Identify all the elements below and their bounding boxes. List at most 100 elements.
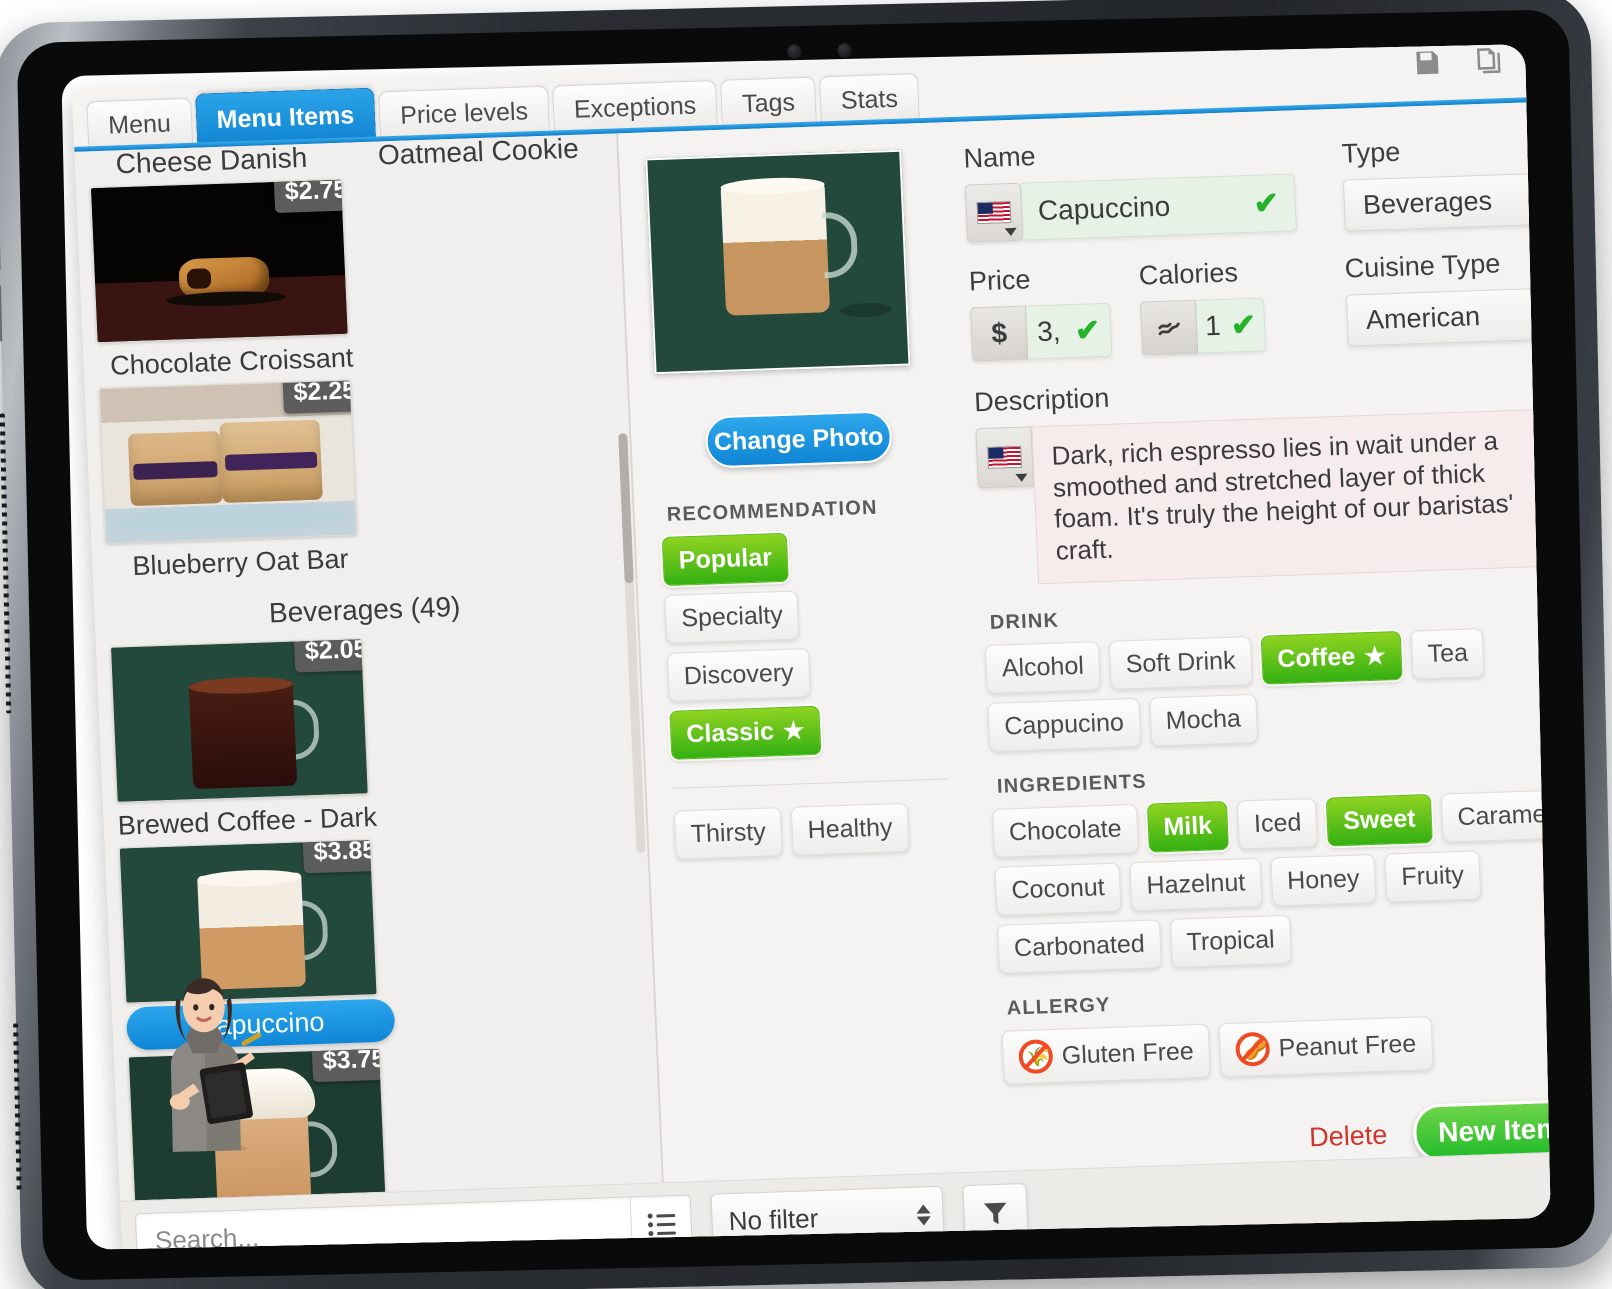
tag-tea[interactable]: Tea [1410,628,1486,680]
application-window: Menu Menu Items Price levels Exceptions … [71,44,1551,1250]
name-label: Name [962,141,1037,174]
close-icon[interactable] [1535,44,1551,74]
photo-column: Change Photo RECOMMENDATION Popular Spec… [645,141,972,1182]
description-label: Description [973,382,1110,418]
tag-thirsty[interactable]: Thirsty [673,807,783,860]
tag-label: Tropical [1186,925,1276,957]
tag-label: Chocolate [1008,814,1123,847]
tag-label: Milk [1162,811,1213,842]
price-label: Price [968,264,1032,297]
item-name: Chocolate Croissant [109,342,354,381]
item-name: Brewed Coffee - Dark R... [117,801,387,841]
item-name: Blueberry Oat Bar [131,543,350,582]
delete-button[interactable]: Delete [1309,1119,1388,1153]
tag-coconut[interactable]: Coconut [994,862,1122,916]
tablet-screen: Menu Menu Items Price levels Exceptions … [61,44,1551,1250]
funnel-icon[interactable] [962,1182,1029,1243]
tag-honey[interactable]: Honey [1270,853,1377,907]
save-icon[interactable] [1411,47,1442,78]
price-input[interactable]: 3, ✔ [1026,302,1113,360]
main-body: Cheese Danish Oatmeal Cookie $2.75 Choco… [74,100,1551,1201]
stepper-icon [1544,187,1551,210]
tag-carbonated[interactable]: Carbonated [997,919,1162,974]
new-item-label: New Item [1437,1112,1551,1148]
chevron-down-icon [1015,473,1028,482]
tag-label: Sweet [1342,804,1417,835]
recommendation-section-label: RECOMMENDATION [666,496,879,526]
check-icon: ✔ [1252,186,1280,221]
tag-popular[interactable]: Popular [661,532,789,586]
tag-classic[interactable]: Classic ★ [669,705,822,760]
tag-caramel[interactable]: Caramel [1440,789,1551,843]
cuisine-label: Cuisine Type [1344,248,1501,284]
tag-label: Discovery [683,658,795,691]
tag-label: Peanut Free [1278,1029,1417,1062]
tag-alcohol[interactable]: Alcohol [984,641,1101,695]
tag-iced[interactable]: Iced [1237,797,1319,850]
tag-label: Fruity [1400,860,1465,892]
no-peanut-icon: 🥜 [1234,1031,1271,1067]
tag-sweet[interactable]: Sweet [1326,794,1433,847]
duplicate-icon[interactable] [1473,45,1504,76]
tag-label: Coffee [1276,642,1356,674]
tag-healthy[interactable]: Healthy [790,802,910,856]
stepper-icon [916,1204,932,1226]
item-photo[interactable] [645,149,911,375]
tag-label: Specialty [680,600,784,633]
tag-discovery[interactable]: Discovery [666,648,811,702]
tag-coffee[interactable]: Coffee ★ [1260,630,1403,685]
divider [672,778,949,789]
item-price: $3.75 [311,1047,387,1083]
tag-label: Classic [685,717,775,749]
name-input[interactable]: Capuccino ✔ [1020,173,1298,241]
no-gluten-icon: 🌾 [1018,1039,1054,1075]
tag-label: Coconut [1010,873,1106,905]
check-icon: ✔ [1074,313,1101,348]
description-textarea[interactable]: Dark, rich espresso lies in wait under a… [1031,407,1551,585]
item-price: $2.05 [294,638,369,673]
list-item[interactable]: $2.25 Blueberry Oat Bar [98,379,375,583]
tag-label: Gluten Free [1061,1036,1195,1070]
type-select[interactable]: Beverages [1342,171,1551,232]
calories-input[interactable]: 1 ✔ [1195,297,1267,354]
extra-tag-group: Thirsty Healthy [673,802,938,860]
cuisine-select[interactable]: American [1345,286,1551,347]
currency-icon: $ [970,305,1029,362]
price-field-wrap: $ 3, ✔ [970,302,1113,362]
tag-milk[interactable]: Milk [1146,800,1230,853]
list-view-icon[interactable] [629,1194,692,1250]
type-label: Type [1341,136,1401,169]
filter-value: No filter [728,1203,819,1237]
tablet-volume-up-button[interactable] [0,213,1,270]
tag-hazelnut[interactable]: Hazelnut [1129,857,1263,912]
tag-tropical[interactable]: Tropical [1169,914,1292,968]
tag-label: Carbonated [1013,929,1146,963]
tag-gluten-free[interactable]: 🌾 Gluten Free [1001,1023,1211,1085]
filter-select[interactable]: No filter [710,1185,945,1250]
star-icon: ★ [1363,642,1387,671]
tag-label: Hazelnut [1145,868,1246,900]
tag-soft-drink[interactable]: Soft Drink [1108,636,1253,690]
tag-mocha[interactable]: Mocha [1148,693,1258,747]
calories-field-wrap: 1 ✔ [1139,297,1267,356]
list-item[interactable]: $2.75 Chocolate Croissant [89,178,366,382]
item-thumbnail: $2.75 [89,178,349,344]
list-item[interactable]: $2.05 Brewed Coffee - Dark R... [110,638,386,842]
tablet-bezel: Menu Menu Items Price levels Exceptions … [16,9,1596,1281]
name-value: Capuccino [1037,190,1171,227]
tablet-volume-down-button[interactable] [0,285,3,342]
tag-chocolate[interactable]: Chocolate [991,804,1139,858]
tag-fruity[interactable]: Fruity [1384,850,1481,903]
name-language-flag-button[interactable] [964,182,1024,243]
change-photo-button[interactable]: Change Photo [704,410,893,469]
tag-cappucino[interactable]: Cappucino [987,697,1141,753]
search-input[interactable]: Search... [134,1193,693,1250]
drink-tag-group: Alcohol Soft Drink Coffee ★ Tea Cappucino… [984,624,1551,753]
tag-label: Mocha [1165,704,1242,735]
tag-label: Healthy [807,813,894,845]
description-language-flag-button[interactable] [975,426,1034,489]
tag-peanut-free[interactable]: 🥜 Peanut Free [1218,1016,1434,1078]
tag-specialty[interactable]: Specialty [664,590,800,644]
tag-label: Popular [678,543,773,575]
front-camera-icon [786,43,803,60]
